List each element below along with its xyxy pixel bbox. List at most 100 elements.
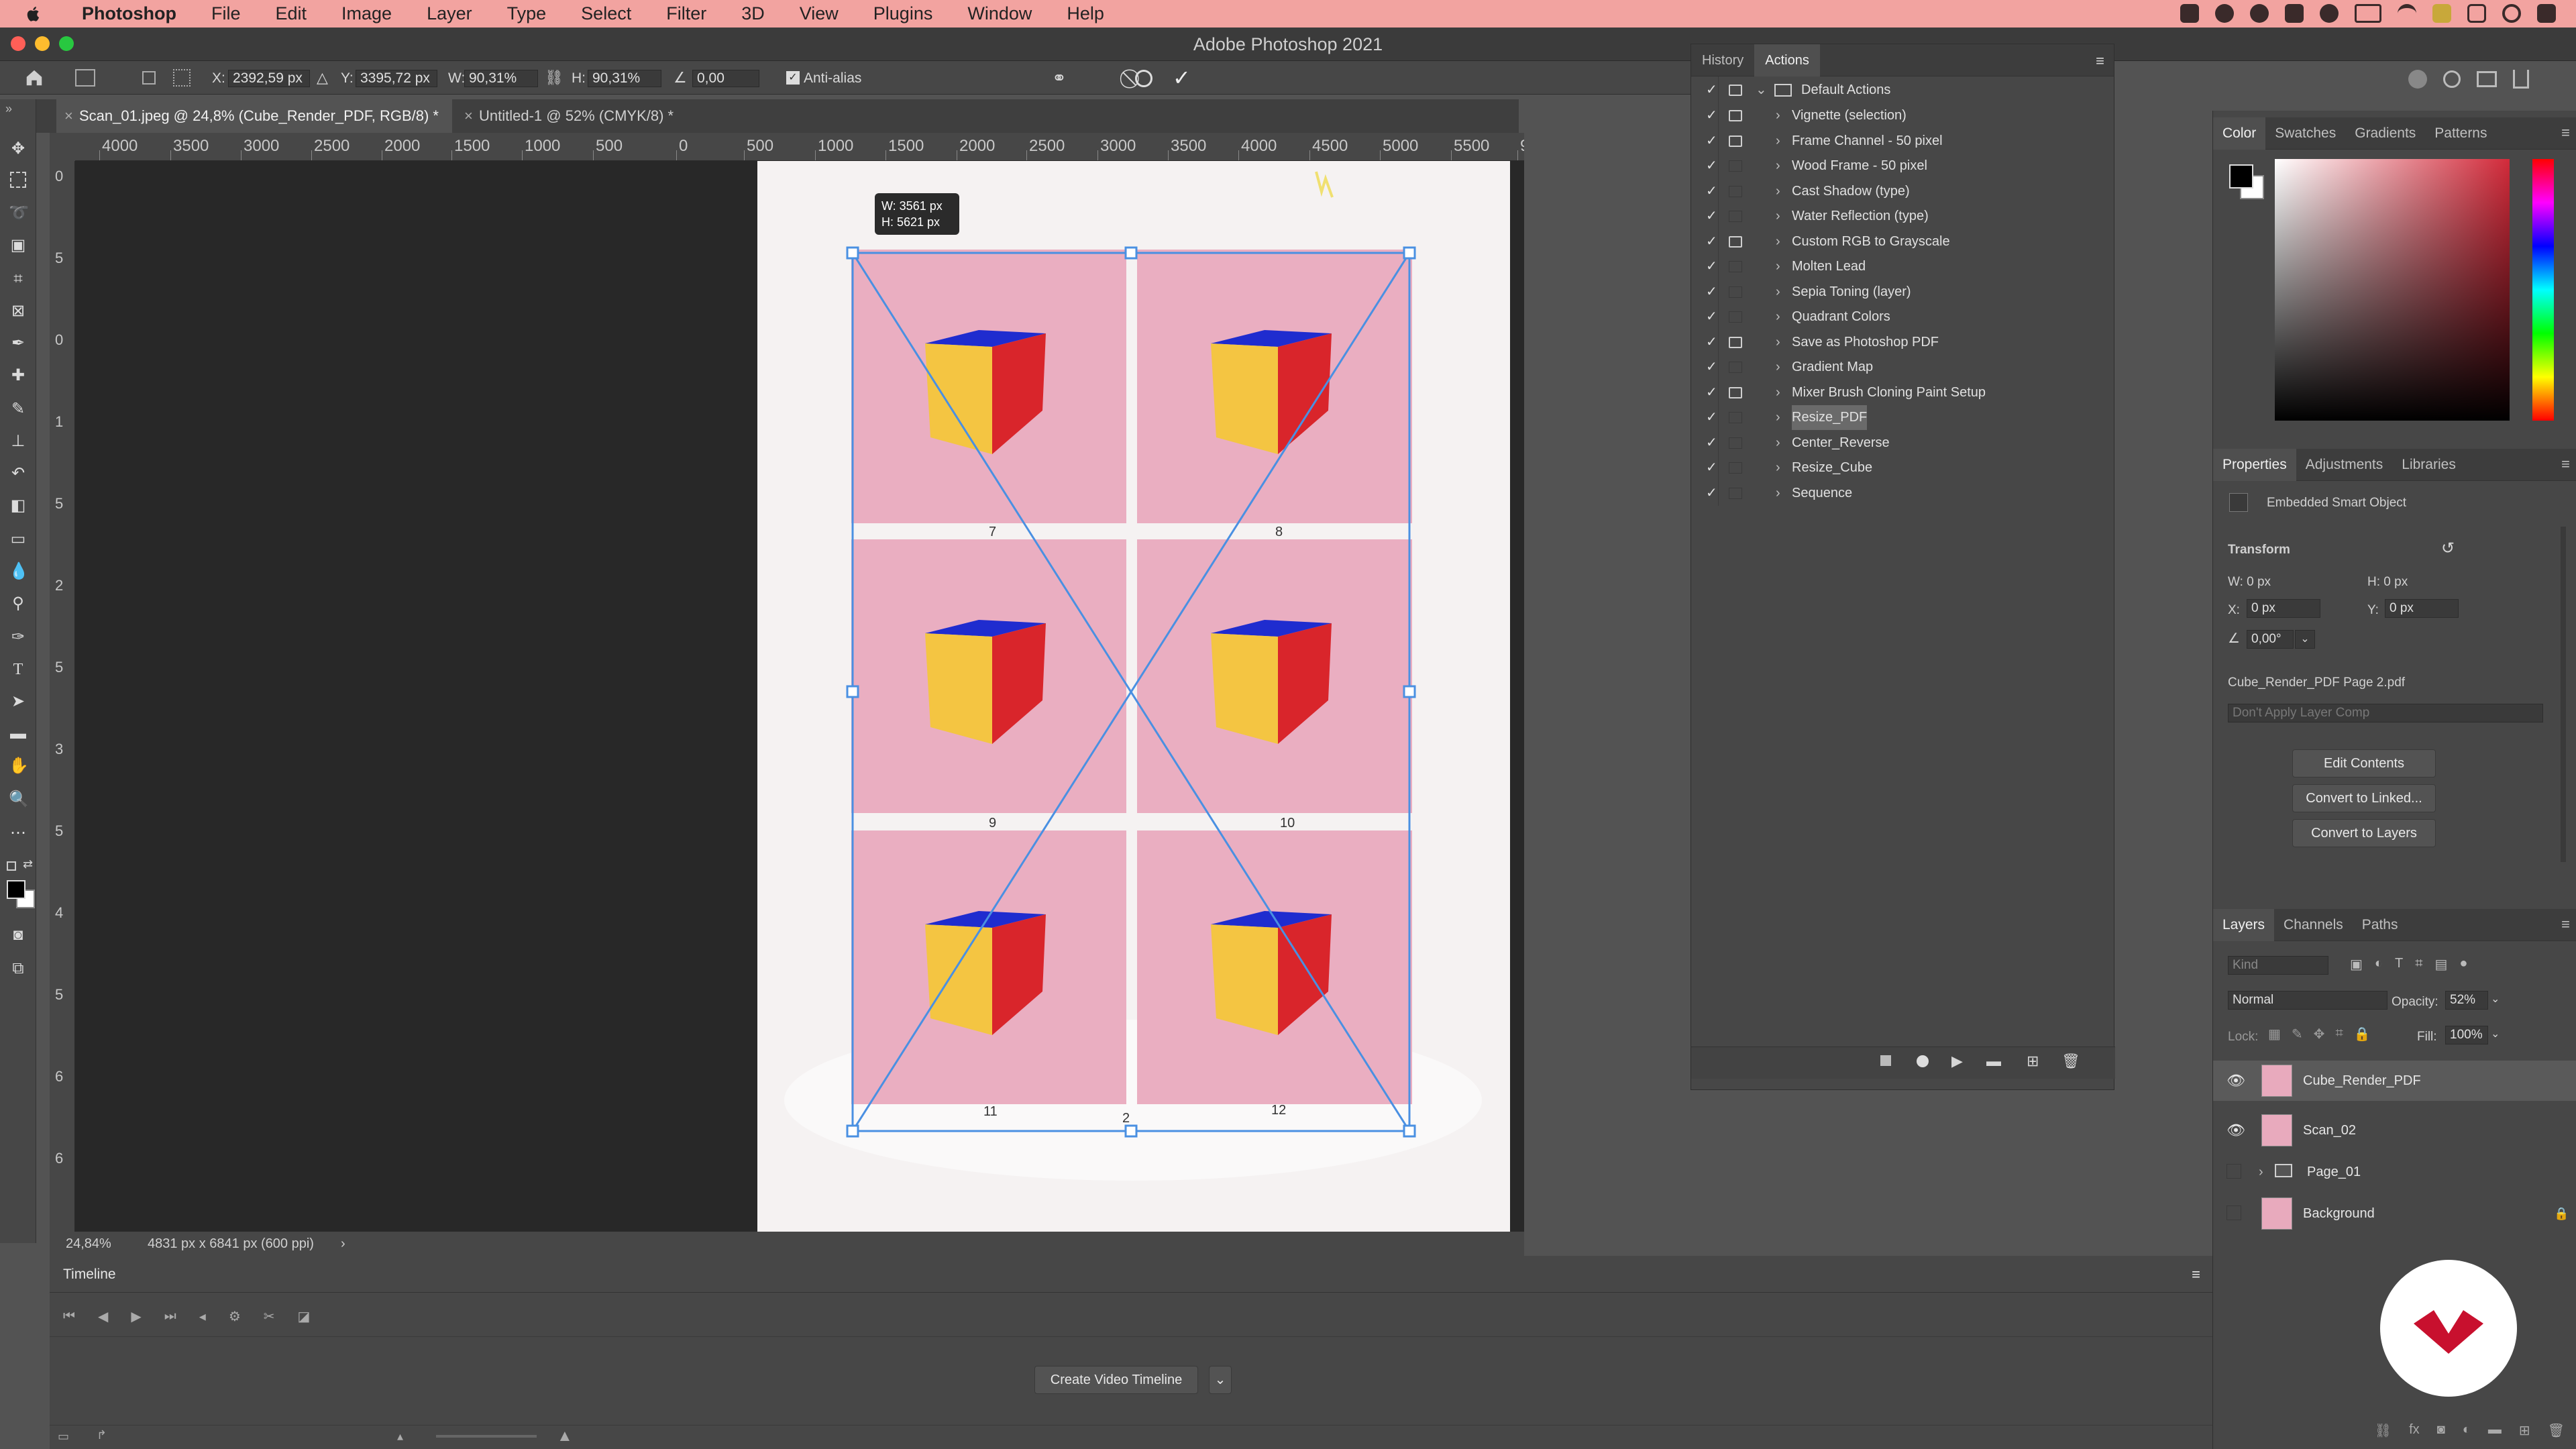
flag-icon[interactable] [2432, 4, 2451, 23]
blur-tool-icon[interactable]: 💧 [9, 562, 29, 581]
dialog-toggle-empty[interactable] [1729, 211, 1742, 222]
lock-icon[interactable]: 🔒 [2554, 1193, 2569, 1234]
layer-row[interactable]: › Page_01 [2213, 1152, 2576, 1192]
healing-brush-tool-icon[interactable]: ✚ [9, 366, 28, 385]
transform-handle[interactable] [1124, 246, 1138, 260]
frame-tool-icon[interactable]: ⊠ [9, 302, 28, 321]
expand-chevron-icon[interactable]: › [1776, 330, 1780, 355]
zoom-out-icon[interactable]: ▴ [397, 1430, 403, 1444]
tray-icon[interactable] [2180, 4, 2199, 23]
dialog-toggle-icon[interactable] [1729, 110, 1742, 121]
zoom-window-button[interactable] [59, 36, 74, 51]
type-filter-icon[interactable]: T [2395, 956, 2403, 973]
swap-colors-icon[interactable]: ⇄ [23, 857, 33, 871]
tab-color[interactable]: Color [2213, 117, 2266, 150]
dialog-toggle-empty[interactable] [1729, 462, 1742, 474]
action-row[interactable]: ✓ › Sepia Toning (layer) [1691, 280, 2115, 305]
dialog-toggle-icon[interactable] [1729, 386, 1742, 398]
lock-position-icon[interactable]: ✥ [2314, 1026, 2325, 1042]
transform-handle[interactable] [846, 685, 859, 698]
menu-3d[interactable]: 3D [741, 3, 765, 24]
home-icon[interactable] [24, 68, 44, 88]
expand-chevron-icon[interactable]: › [1776, 280, 1780, 305]
action-set-row[interactable]: ✓ ⌄ Default Actions [1691, 78, 2115, 103]
action-enabled-check-icon[interactable]: ✓ [1706, 355, 1717, 380]
menu-filter[interactable]: Filter [666, 3, 706, 24]
dodge-tool-icon[interactable]: ⚲ [9, 594, 28, 613]
tab-adjustments[interactable]: Adjustments [2296, 449, 2393, 481]
search-icon[interactable] [2502, 4, 2521, 23]
stop-recording-icon[interactable] [1880, 1055, 1891, 1066]
layer-kind-filter[interactable]: Kind [2228, 956, 2328, 975]
history-brush-tool-icon[interactable]: ↶ [9, 464, 28, 483]
panel-collapse-icon[interactable]: » [5, 102, 12, 116]
tab-libraries[interactable]: Libraries [2392, 449, 2465, 481]
play-icon[interactable]: ▶ [131, 1308, 141, 1325]
new-action-icon[interactable]: ⊞ [2027, 1053, 2039, 1070]
action-row[interactable]: ✓ › Frame Channel - 50 pixel [1691, 129, 2115, 154]
layer-row[interactable]: Background 🔒 [2213, 1193, 2576, 1234]
visibility-eye-icon[interactable]: 👁 [2226, 1110, 2245, 1150]
action-enabled-check-icon[interactable]: ✓ [1706, 431, 1717, 455]
hand-tool-icon[interactable]: ✋ [9, 757, 29, 775]
commit-transform-icon[interactable]: ✓ [1173, 65, 1191, 91]
adjustment-layer-icon[interactable]: ◐ [2463, 1422, 2471, 1449]
expand-chevron-icon[interactable]: › [1776, 431, 1780, 455]
tab-actions[interactable]: Actions [1754, 44, 1820, 76]
action-row[interactable]: ✓ › Center_Reverse [1691, 431, 2115, 455]
tab-scan-01[interactable]: × Scan_01.jpeg @ 24,8% (Cube_Render_PDF,… [56, 99, 452, 133]
height-field[interactable]: 90,31% [588, 70, 661, 87]
cancel-transform-circle[interactable] [1135, 70, 1152, 87]
action-enabled-check-icon[interactable]: ✓ [1706, 481, 1717, 506]
menu-image[interactable]: Image [341, 3, 392, 24]
eraser-tool-icon[interactable]: ◧ [9, 496, 28, 515]
menu-file[interactable]: File [211, 3, 241, 24]
dialog-toggle-icon[interactable] [1729, 235, 1742, 248]
dialog-toggle-empty[interactable] [1729, 487, 1742, 499]
shape-filter-icon[interactable]: ⌗ [2415, 956, 2422, 973]
menu-edit[interactable]: Edit [276, 3, 307, 24]
menu-type[interactable]: Type [507, 3, 547, 24]
opacity-field[interactable]: 52% [2445, 991, 2488, 1010]
expand-chevron-icon[interactable]: › [1776, 405, 1780, 430]
expand-chevron-icon[interactable]: › [1776, 380, 1780, 405]
action-enabled-check-icon[interactable]: ✓ [1706, 129, 1717, 154]
share-export-icon[interactable] [2513, 70, 2529, 89]
link-layers-icon[interactable]: ⛓ [2375, 1422, 2392, 1449]
action-enabled-check-icon[interactable]: ✓ [1706, 229, 1717, 254]
warp-icon[interactable]: ⚭ [1052, 68, 1067, 89]
expand-chevron-icon[interactable]: › [1776, 355, 1780, 380]
render-icon[interactable]: ▭ [58, 1430, 69, 1444]
visibility-toggle-empty[interactable] [2226, 1205, 2241, 1220]
x-position-field[interactable]: 2392,59 px [228, 70, 310, 87]
action-enabled-check-icon[interactable]: ✓ [1706, 305, 1717, 329]
adjustment-filter-icon[interactable]: ◐ [2375, 956, 2383, 973]
blend-mode-select[interactable]: Normal [2228, 991, 2387, 1010]
action-row[interactable]: ✓ › Vignette (selection) [1691, 103, 2115, 128]
panel-menu-icon[interactable]: ≡ [2561, 455, 2570, 473]
layer-row[interactable]: 👁 Scan_02 [2213, 1110, 2576, 1150]
action-row[interactable]: ✓ › Resize_PDF [1691, 405, 2115, 430]
menu-layer[interactable]: Layer [427, 3, 472, 24]
panel-menu-icon[interactable]: ≡ [2561, 124, 2570, 142]
lock-transparency-icon[interactable]: ▦ [2268, 1026, 2281, 1042]
close-window-button[interactable] [11, 36, 25, 51]
tab-channels[interactable]: Channels [2274, 909, 2353, 941]
dialog-toggle-empty[interactable] [1729, 185, 1742, 197]
convert-to-layers-button[interactable]: Convert to Layers [2292, 819, 2436, 847]
action-row[interactable]: ✓ › Mixer Brush Cloning Paint Setup [1691, 380, 2115, 405]
new-set-icon[interactable]: ▬ [1986, 1053, 2001, 1070]
record-icon[interactable] [1917, 1055, 1929, 1067]
first-frame-icon[interactable]: ⏮ [63, 1309, 75, 1324]
transform-handle[interactable] [846, 1124, 859, 1138]
dialog-toggle-empty[interactable] [1729, 437, 1742, 449]
action-row[interactable]: ✓ › Water Reflection (type) [1691, 204, 2115, 229]
lock-pixels-icon[interactable]: ✎ [2292, 1026, 2303, 1042]
action-row[interactable]: ✓ › Cast Shadow (type) [1691, 179, 2115, 204]
color-foreground-swatch[interactable] [2229, 164, 2253, 189]
layer-style-icon[interactable]: fx [2409, 1422, 2420, 1449]
tray-icon[interactable] [2215, 4, 2234, 23]
canvas-area[interactable]: 7 8 9 10 11 12 2 W: 3561 px H: 5621 px [75, 161, 1524, 1232]
menu-plugins[interactable]: Plugins [873, 3, 933, 24]
lock-artboard-icon[interactable]: ⌗ [2335, 1026, 2343, 1042]
